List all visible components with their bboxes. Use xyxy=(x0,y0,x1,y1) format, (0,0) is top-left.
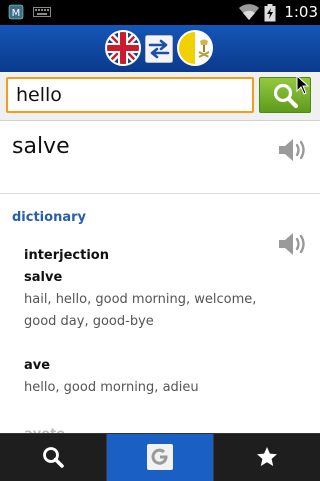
status-bar: M 1:03 xyxy=(0,0,320,25)
search-icon xyxy=(273,83,299,109)
entry-meaning: hello, good morning, adieu xyxy=(24,380,199,395)
tab-favorites[interactable] xyxy=(214,434,320,481)
tab-google[interactable] xyxy=(107,434,213,481)
speaker-icon[interactable] xyxy=(276,136,308,164)
app-notification-icon: M xyxy=(8,4,24,20)
star-icon xyxy=(257,447,277,466)
entry-word: ave xyxy=(24,358,51,373)
part-of-speech: interjection xyxy=(24,248,109,263)
divider xyxy=(0,193,320,194)
battery-charging-icon xyxy=(264,4,276,22)
vatican-flag-icon[interactable] xyxy=(176,29,214,67)
keyboard-icon xyxy=(33,7,51,17)
language-header xyxy=(0,25,320,73)
tab-search[interactable] xyxy=(0,434,106,481)
speaker-icon[interactable] xyxy=(276,230,308,258)
clock: 1:03 xyxy=(284,3,318,21)
svg-text:M: M xyxy=(12,8,21,19)
swap-languages-button[interactable] xyxy=(145,35,173,63)
dictionary-title: dictionary xyxy=(12,210,86,225)
wifi-icon xyxy=(239,4,259,20)
search-bar xyxy=(0,72,320,121)
entry-word: salve xyxy=(24,270,63,285)
bottom-tab-bar xyxy=(0,433,320,481)
search-icon xyxy=(43,447,64,468)
google-icon xyxy=(147,444,173,470)
search-button[interactable] xyxy=(259,77,311,113)
main-translation: salve xyxy=(12,134,70,159)
entry-meaning: hail, hello, good morning, welcome, good… xyxy=(24,292,257,329)
uk-flag-icon[interactable] xyxy=(104,29,142,67)
search-input[interactable] xyxy=(6,77,254,113)
